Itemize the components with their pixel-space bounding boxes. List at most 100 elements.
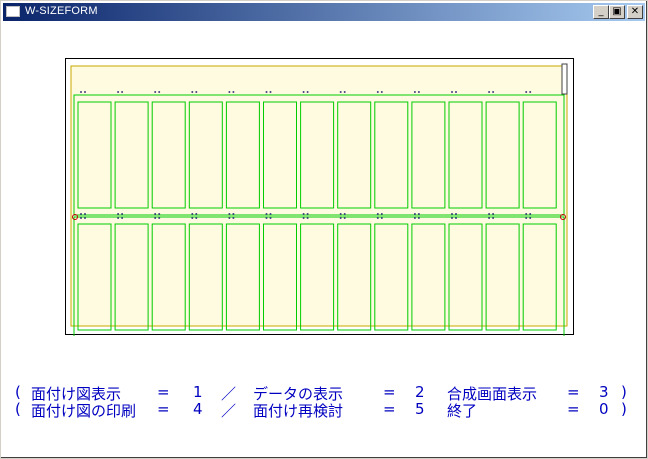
register-mark — [492, 213, 494, 215]
register-mark — [455, 91, 457, 93]
register-mark — [158, 213, 160, 215]
register-mark — [117, 213, 119, 215]
register-mark — [84, 91, 86, 93]
client-area: ( 面付け図表示 = 1 ／ データの表示 = 2 合成画面表示 = 3 ) (… — [3, 21, 645, 456]
legend-open-paren: ( — [15, 400, 21, 418]
register-mark — [529, 213, 531, 215]
register-mark — [80, 217, 82, 219]
register-mark — [344, 91, 346, 93]
register-mark — [191, 91, 193, 93]
register-mark — [232, 213, 234, 215]
register-mark — [121, 217, 123, 219]
app-icon — [6, 6, 20, 17]
legend-eq: = — [567, 400, 580, 418]
legend-key-4: 4 — [193, 400, 203, 418]
imposition-diagram — [65, 58, 575, 336]
maximize-button[interactable]: ▣ — [609, 5, 625, 19]
scrollbar-thumb[interactable] — [562, 64, 567, 94]
register-mark — [381, 91, 383, 93]
register-mark — [414, 217, 416, 219]
register-mark — [344, 217, 346, 219]
register-mark — [418, 91, 420, 93]
register-mark — [377, 213, 379, 215]
register-mark — [121, 91, 123, 93]
register-mark — [451, 213, 453, 215]
legend-separator: ／ — [221, 400, 236, 421]
register-mark — [488, 213, 490, 215]
register-mark — [381, 213, 383, 215]
close-button[interactable]: ✕ — [627, 5, 643, 19]
register-mark — [525, 91, 527, 93]
register-mark — [488, 217, 490, 219]
legend-eq: = — [383, 400, 396, 418]
register-mark — [195, 91, 197, 93]
register-mark — [303, 91, 305, 93]
minimize-button[interactable]: _ — [593, 5, 609, 19]
register-mark — [117, 91, 119, 93]
register-mark — [232, 217, 234, 219]
paper-area — [71, 66, 567, 326]
register-mark — [451, 217, 453, 219]
register-mark — [266, 217, 268, 219]
legend-key-5: 5 — [415, 400, 425, 418]
register-mark — [492, 91, 494, 93]
register-mark — [307, 217, 309, 219]
legend-eq: = — [157, 400, 170, 418]
register-mark — [307, 213, 309, 215]
register-mark — [455, 213, 457, 215]
legend-eq: = — [157, 383, 170, 401]
register-mark — [158, 217, 160, 219]
register-mark — [303, 217, 305, 219]
register-mark — [80, 213, 82, 215]
register-mark — [344, 213, 346, 215]
register-mark — [158, 91, 160, 93]
register-mark — [195, 217, 197, 219]
register-mark — [266, 213, 268, 215]
register-mark — [270, 213, 272, 215]
legend-item-reconsider: 面付け再検討 — [253, 400, 343, 421]
register-mark — [525, 213, 527, 215]
register-mark — [191, 213, 193, 215]
register-mark — [307, 91, 309, 93]
register-mark — [191, 217, 193, 219]
legend-open-paren: ( — [15, 383, 21, 401]
register-mark — [232, 91, 234, 93]
title-bar[interactable]: W-SIZEFORM _ ▣ ✕ — [3, 3, 645, 21]
register-mark — [340, 213, 342, 215]
legend-item-print-imposition: 面付け図の印刷 — [31, 400, 136, 421]
legend-eq: = — [567, 383, 580, 401]
register-mark — [228, 213, 230, 215]
window-title: W-SIZEFORM — [25, 5, 98, 17]
register-mark — [525, 217, 527, 219]
register-mark — [80, 91, 82, 93]
app-window: W-SIZEFORM _ ▣ ✕ ( 面付け図表示 = 1 ／ データの表示 =… — [0, 0, 648, 459]
register-mark — [228, 217, 230, 219]
register-mark — [418, 217, 420, 219]
register-mark — [340, 217, 342, 219]
register-mark — [455, 217, 457, 219]
legend-key-2: 2 — [415, 383, 425, 401]
legend-eq: = — [383, 383, 396, 401]
legend-close-paren: ) — [621, 400, 627, 418]
register-mark — [377, 217, 379, 219]
register-mark — [270, 91, 272, 93]
register-mark — [381, 217, 383, 219]
register-mark — [154, 91, 156, 93]
register-mark — [266, 91, 268, 93]
legend-key-1: 1 — [193, 383, 203, 401]
legend-item-exit: 終了 — [447, 400, 477, 421]
register-mark — [195, 213, 197, 215]
register-mark — [414, 91, 416, 93]
legend-key-3: 3 — [599, 383, 609, 401]
register-mark — [303, 213, 305, 215]
register-mark — [270, 217, 272, 219]
register-mark — [340, 91, 342, 93]
register-mark — [451, 91, 453, 93]
legend-close-paren: ) — [621, 383, 627, 401]
legend-key-0: 0 — [599, 400, 609, 418]
register-mark — [492, 217, 494, 219]
register-mark — [154, 217, 156, 219]
register-mark — [121, 213, 123, 215]
register-mark — [84, 217, 86, 219]
register-mark — [529, 217, 531, 219]
